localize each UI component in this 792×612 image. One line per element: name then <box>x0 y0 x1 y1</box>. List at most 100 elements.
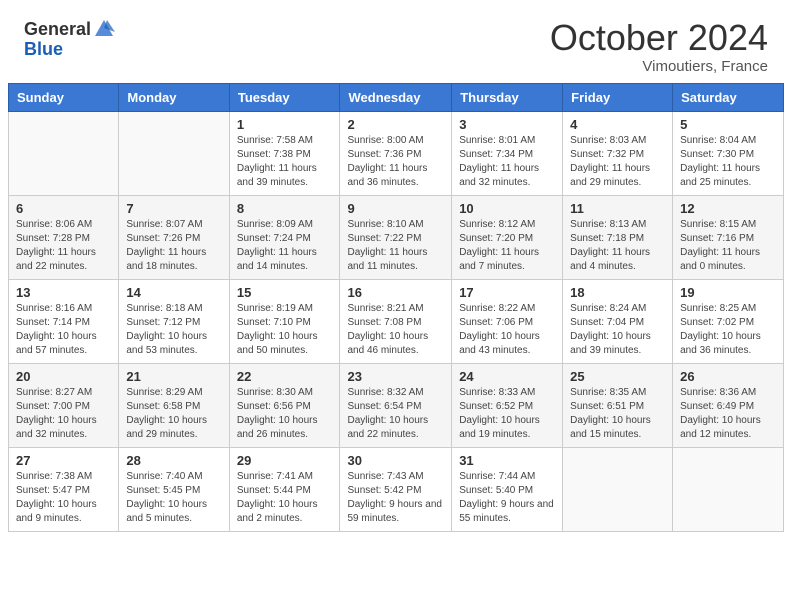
day-info: Sunrise: 8:33 AMSunset: 6:52 PMDaylight:… <box>459 387 540 440</box>
calendar-week-row: 20 Sunrise: 8:27 AMSunset: 7:00 PMDaylig… <box>9 363 784 447</box>
calendar-week-row: 27 Sunrise: 7:38 AMSunset: 5:47 PMDaylig… <box>9 447 784 531</box>
calendar-body: 1 Sunrise: 7:58 AMSunset: 7:38 PMDayligh… <box>9 111 784 531</box>
col-tuesday: Tuesday <box>229 83 340 111</box>
day-number: 17 <box>459 285 555 300</box>
day-info: Sunrise: 8:32 AMSunset: 6:54 PMDaylight:… <box>347 387 428 440</box>
day-number: 22 <box>237 369 333 384</box>
calendar-day-cell <box>9 111 119 195</box>
day-info: Sunrise: 7:41 AMSunset: 5:44 PMDaylight:… <box>237 471 318 524</box>
calendar-day-cell: 22 Sunrise: 8:30 AMSunset: 6:56 PMDaylig… <box>229 363 340 447</box>
logo-icon <box>93 18 115 40</box>
calendar-day-cell: 2 Sunrise: 8:00 AMSunset: 7:36 PMDayligh… <box>340 111 452 195</box>
calendar-day-cell: 26 Sunrise: 8:36 AMSunset: 6:49 PMDaylig… <box>673 363 784 447</box>
day-info: Sunrise: 7:38 AMSunset: 5:47 PMDaylight:… <box>16 471 97 524</box>
calendar-day-cell: 7 Sunrise: 8:07 AMSunset: 7:26 PMDayligh… <box>119 195 229 279</box>
calendar-day-cell: 9 Sunrise: 8:10 AMSunset: 7:22 PMDayligh… <box>340 195 452 279</box>
day-info: Sunrise: 8:19 AMSunset: 7:10 PMDaylight:… <box>237 303 318 356</box>
day-info: Sunrise: 8:35 AMSunset: 6:51 PMDaylight:… <box>570 387 651 440</box>
day-info: Sunrise: 8:10 AMSunset: 7:22 PMDaylight:… <box>347 219 427 272</box>
month-title: October 2024 <box>550 18 768 58</box>
day-number: 30 <box>347 453 444 468</box>
col-sunday: Sunday <box>9 83 119 111</box>
day-info: Sunrise: 8:01 AMSunset: 7:34 PMDaylight:… <box>459 135 539 188</box>
col-saturday: Saturday <box>673 83 784 111</box>
calendar-day-cell: 18 Sunrise: 8:24 AMSunset: 7:04 PMDaylig… <box>563 279 673 363</box>
calendar-day-cell: 6 Sunrise: 8:06 AMSunset: 7:28 PMDayligh… <box>9 195 119 279</box>
calendar-day-cell: 29 Sunrise: 7:41 AMSunset: 5:44 PMDaylig… <box>229 447 340 531</box>
day-number: 12 <box>680 201 776 216</box>
day-info: Sunrise: 7:44 AMSunset: 5:40 PMDaylight:… <box>459 471 554 524</box>
day-info: Sunrise: 8:24 AMSunset: 7:04 PMDaylight:… <box>570 303 651 356</box>
calendar-table: Sunday Monday Tuesday Wednesday Thursday… <box>8 83 784 532</box>
day-info: Sunrise: 8:16 AMSunset: 7:14 PMDaylight:… <box>16 303 97 356</box>
calendar-day-cell: 11 Sunrise: 8:13 AMSunset: 7:18 PMDaylig… <box>563 195 673 279</box>
day-number: 20 <box>16 369 111 384</box>
day-number: 15 <box>237 285 333 300</box>
calendar-day-cell: 27 Sunrise: 7:38 AMSunset: 5:47 PMDaylig… <box>9 447 119 531</box>
day-info: Sunrise: 8:30 AMSunset: 6:56 PMDaylight:… <box>237 387 318 440</box>
calendar-day-cell: 31 Sunrise: 7:44 AMSunset: 5:40 PMDaylig… <box>452 447 563 531</box>
day-number: 2 <box>347 117 444 132</box>
day-info: Sunrise: 8:21 AMSunset: 7:08 PMDaylight:… <box>347 303 428 356</box>
day-number: 25 <box>570 369 665 384</box>
day-info: Sunrise: 8:15 AMSunset: 7:16 PMDaylight:… <box>680 219 760 272</box>
day-info: Sunrise: 8:29 AMSunset: 6:58 PMDaylight:… <box>126 387 207 440</box>
calendar-day-cell: 16 Sunrise: 8:21 AMSunset: 7:08 PMDaylig… <box>340 279 452 363</box>
day-info: Sunrise: 8:27 AMSunset: 7:00 PMDaylight:… <box>16 387 97 440</box>
day-number: 7 <box>126 201 221 216</box>
calendar-day-cell: 15 Sunrise: 8:19 AMSunset: 7:10 PMDaylig… <box>229 279 340 363</box>
day-number: 28 <box>126 453 221 468</box>
day-number: 13 <box>16 285 111 300</box>
calendar-day-cell <box>119 111 229 195</box>
day-number: 16 <box>347 285 444 300</box>
calendar-day-cell: 10 Sunrise: 8:12 AMSunset: 7:20 PMDaylig… <box>452 195 563 279</box>
day-info: Sunrise: 8:06 AMSunset: 7:28 PMDaylight:… <box>16 219 96 272</box>
day-number: 21 <box>126 369 221 384</box>
calendar-day-cell: 13 Sunrise: 8:16 AMSunset: 7:14 PMDaylig… <box>9 279 119 363</box>
day-info: Sunrise: 8:00 AMSunset: 7:36 PMDaylight:… <box>347 135 427 188</box>
day-info: Sunrise: 8:36 AMSunset: 6:49 PMDaylight:… <box>680 387 761 440</box>
calendar-header: Sunday Monday Tuesday Wednesday Thursday… <box>9 83 784 111</box>
calendar-day-cell: 28 Sunrise: 7:40 AMSunset: 5:45 PMDaylig… <box>119 447 229 531</box>
header-row: Sunday Monday Tuesday Wednesday Thursday… <box>9 83 784 111</box>
col-friday: Friday <box>563 83 673 111</box>
day-number: 4 <box>570 117 665 132</box>
calendar-day-cell: 25 Sunrise: 8:35 AMSunset: 6:51 PMDaylig… <box>563 363 673 447</box>
calendar-day-cell: 23 Sunrise: 8:32 AMSunset: 6:54 PMDaylig… <box>340 363 452 447</box>
day-info: Sunrise: 8:03 AMSunset: 7:32 PMDaylight:… <box>570 135 650 188</box>
calendar-wrapper: Sunday Monday Tuesday Wednesday Thursday… <box>0 83 792 540</box>
col-thursday: Thursday <box>452 83 563 111</box>
calendar-day-cell: 4 Sunrise: 8:03 AMSunset: 7:32 PMDayligh… <box>563 111 673 195</box>
calendar-day-cell: 19 Sunrise: 8:25 AMSunset: 7:02 PMDaylig… <box>673 279 784 363</box>
day-number: 6 <box>16 201 111 216</box>
day-info: Sunrise: 8:09 AMSunset: 7:24 PMDaylight:… <box>237 219 317 272</box>
day-info: Sunrise: 7:43 AMSunset: 5:42 PMDaylight:… <box>347 471 442 524</box>
location-subtitle: Vimoutiers, France <box>550 58 768 75</box>
calendar-day-cell: 3 Sunrise: 8:01 AMSunset: 7:34 PMDayligh… <box>452 111 563 195</box>
calendar-day-cell <box>563 447 673 531</box>
day-number: 29 <box>237 453 333 468</box>
col-monday: Monday <box>119 83 229 111</box>
calendar-week-row: 13 Sunrise: 8:16 AMSunset: 7:14 PMDaylig… <box>9 279 784 363</box>
page-header: General Blue October 2024 Vimoutiers, Fr… <box>0 0 792 83</box>
day-number: 26 <box>680 369 776 384</box>
day-info: Sunrise: 7:40 AMSunset: 5:45 PMDaylight:… <box>126 471 207 524</box>
day-number: 10 <box>459 201 555 216</box>
day-info: Sunrise: 8:25 AMSunset: 7:02 PMDaylight:… <box>680 303 761 356</box>
calendar-day-cell: 24 Sunrise: 8:33 AMSunset: 6:52 PMDaylig… <box>452 363 563 447</box>
logo: General Blue <box>24 18 115 58</box>
calendar-day-cell: 20 Sunrise: 8:27 AMSunset: 7:00 PMDaylig… <box>9 363 119 447</box>
day-number: 24 <box>459 369 555 384</box>
calendar-day-cell: 5 Sunrise: 8:04 AMSunset: 7:30 PMDayligh… <box>673 111 784 195</box>
day-number: 5 <box>680 117 776 132</box>
calendar-day-cell: 21 Sunrise: 8:29 AMSunset: 6:58 PMDaylig… <box>119 363 229 447</box>
day-number: 19 <box>680 285 776 300</box>
day-number: 3 <box>459 117 555 132</box>
logo-general-text: General <box>24 20 91 38</box>
day-info: Sunrise: 8:04 AMSunset: 7:30 PMDaylight:… <box>680 135 760 188</box>
day-number: 9 <box>347 201 444 216</box>
logo-blue-text: Blue <box>24 40 63 58</box>
day-number: 31 <box>459 453 555 468</box>
calendar-day-cell: 1 Sunrise: 7:58 AMSunset: 7:38 PMDayligh… <box>229 111 340 195</box>
calendar-week-row: 1 Sunrise: 7:58 AMSunset: 7:38 PMDayligh… <box>9 111 784 195</box>
